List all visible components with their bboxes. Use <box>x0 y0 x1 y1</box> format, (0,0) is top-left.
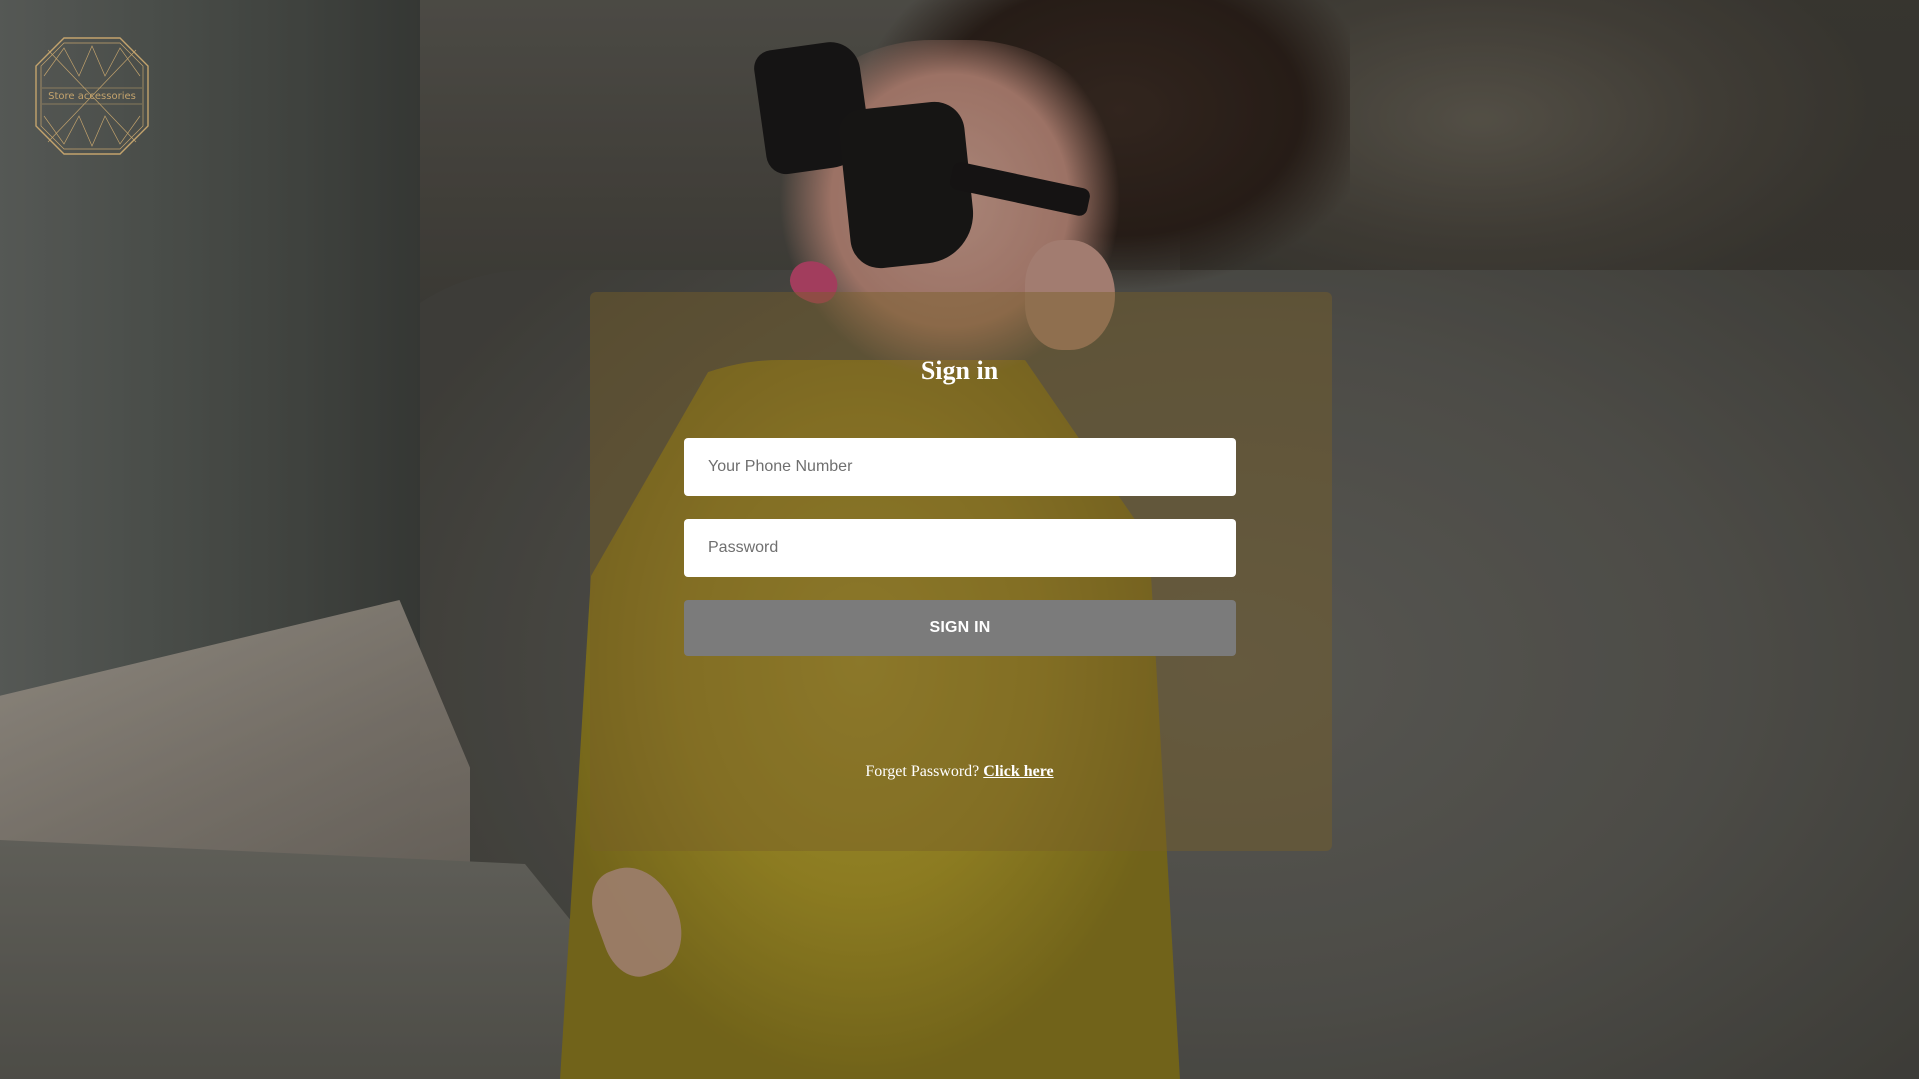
forgot-password-link[interactable]: Click here <box>983 763 1053 780</box>
forgot-password-text: Forget Password? <box>865 763 980 780</box>
sign-in-button[interactable]: SIGN IN <box>684 600 1236 656</box>
phone-input[interactable] <box>684 438 1236 496</box>
page-title: Sign in <box>920 356 999 385</box>
logo-text: Store accessories <box>48 91 136 102</box>
password-input[interactable] <box>684 519 1236 577</box>
store-logo[interactable]: Store accessories <box>34 36 150 156</box>
geometric-logo-icon: Store accessories <box>35 37 149 155</box>
forgot-password-row: Forget Password? Click here <box>0 763 1919 781</box>
